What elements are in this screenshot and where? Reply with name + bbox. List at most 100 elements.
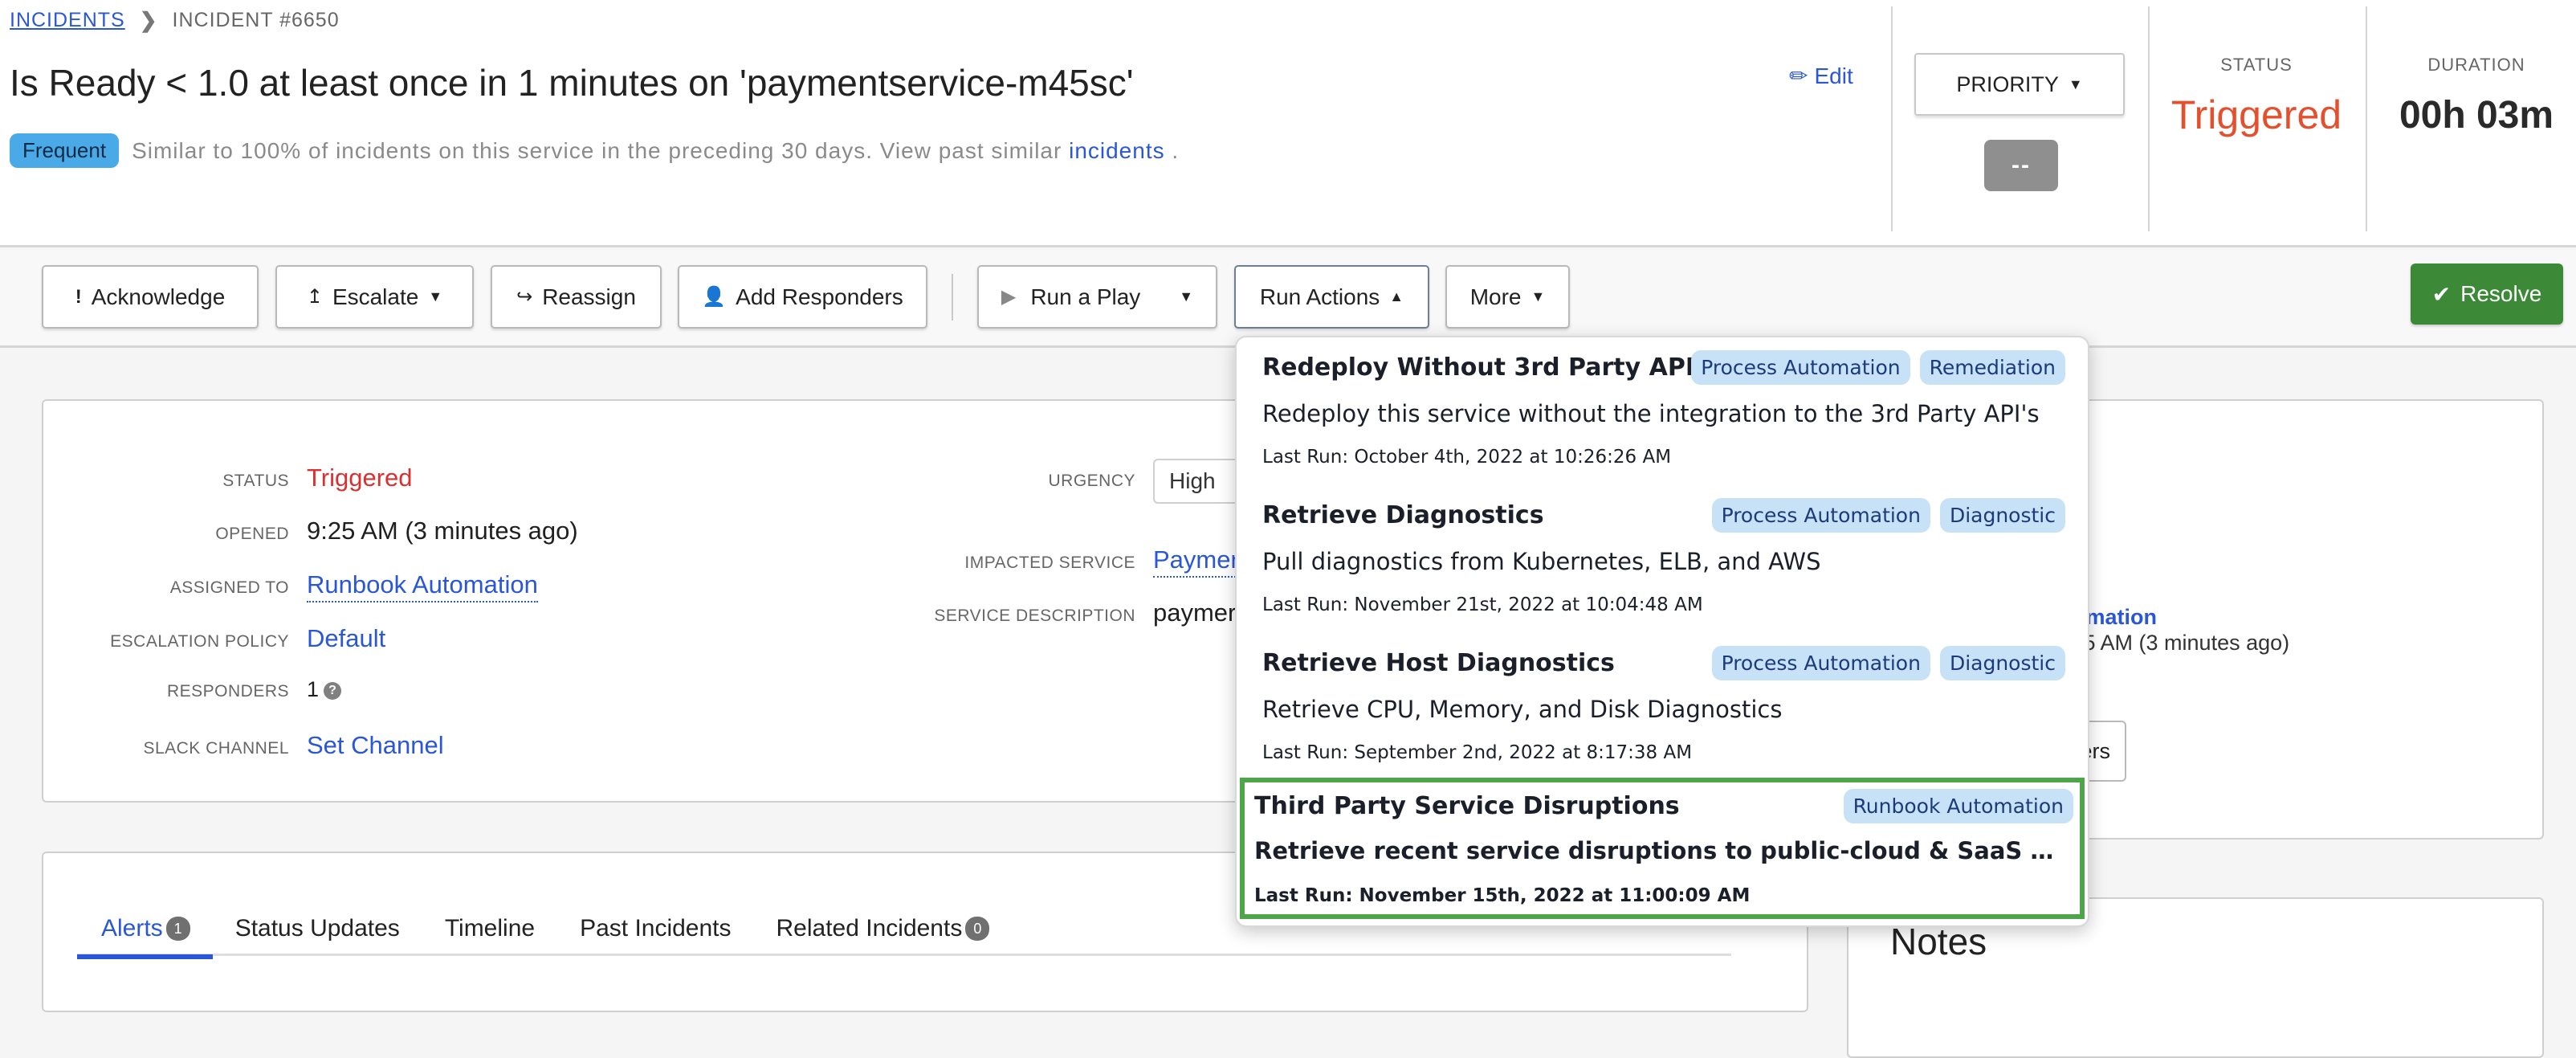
caret-up-icon: ▲ xyxy=(1389,288,1404,304)
service-description-value: paymer xyxy=(1153,598,1237,627)
pencil-icon: ✏ xyxy=(1789,63,1808,88)
detail-label: STATUS xyxy=(222,472,289,490)
action-tags: Process Automation Diagnostic xyxy=(1711,498,2065,533)
exclamation-icon: ! xyxy=(75,285,82,308)
run-a-play-label: Run a Play xyxy=(1030,284,1141,309)
run-actions-button[interactable]: Run Actions ▲ xyxy=(1234,265,1429,329)
acknowledge-label: Acknowledge xyxy=(91,284,226,309)
tab-count-badge: 1 xyxy=(165,917,190,941)
tab-alerts[interactable]: Alerts 1 xyxy=(77,901,213,959)
escalation-policy-link[interactable]: Default xyxy=(307,624,385,653)
priority-dropdown-button[interactable]: PRIORITY ▼ xyxy=(1914,53,2125,116)
header-divider xyxy=(2366,6,2367,231)
chevron-right-icon: ❯ xyxy=(139,8,158,32)
action-tag: Process Automation xyxy=(1711,646,1930,680)
action-item-redeploy-without-3rd-party-api[interactable]: Redeploy Without 3rd Party API Process A… xyxy=(1248,339,2077,480)
reassign-label: Reassign xyxy=(542,284,636,309)
action-tag: Diagnostic xyxy=(1939,498,2065,533)
set-channel-link[interactable]: Set Channel xyxy=(307,731,444,760)
action-title: Retrieve Host Diagnostics xyxy=(1262,649,1615,677)
detail-label: ASSIGNED TO xyxy=(169,578,289,597)
caret-down-icon: ▼ xyxy=(428,288,443,304)
detail-row-responders: RESPONDERS 1? xyxy=(43,677,342,702)
caret-down-icon: ▼ xyxy=(1531,288,1546,304)
action-description: Retrieve recent service disruptions to p… xyxy=(1254,837,2057,864)
caret-down-icon: ▼ xyxy=(1179,288,1194,304)
add-responders-button[interactable]: 👤 Add Responders xyxy=(678,265,927,329)
detail-row-impacted-service: IMPACTED SERVICE Paymer xyxy=(846,545,1239,578)
action-tags: Process Automation Diagnostic xyxy=(1711,646,2065,680)
detail-label: RESPONDERS xyxy=(166,682,289,701)
incident-toolbar: ! Acknowledge ↥ Escalate ▼ ↪ Reassign 👤 … xyxy=(0,250,2576,348)
action-tags: Runbook Automation xyxy=(1843,789,2073,823)
assigned-to-link[interactable]: Runbook Automation xyxy=(307,570,538,603)
action-item-retrieve-diagnostics[interactable]: Retrieve Diagnostics Process Automation … xyxy=(1248,487,2077,628)
action-description: Redeploy this service without the integr… xyxy=(1262,400,2040,427)
priority-value-badge: -- xyxy=(1984,140,2058,191)
detail-row-escalation: ESCALATION POLICY Default xyxy=(43,624,385,653)
edit-title-button[interactable]: ✏ Edit xyxy=(1789,63,1853,89)
action-item-retrieve-host-diagnostics[interactable]: Retrieve Host Diagnostics Process Automa… xyxy=(1248,635,2077,776)
run-a-play-button[interactable]: ▶ Run a Play ▼ xyxy=(977,265,1217,329)
tab-timeline[interactable]: Timeline xyxy=(422,901,557,956)
action-title: Retrieve Diagnostics xyxy=(1262,501,1544,529)
reassign-button[interactable]: ↪ Reassign xyxy=(491,265,662,329)
play-icon: ▶ xyxy=(1001,286,1017,308)
more-label: More xyxy=(1469,284,1522,309)
detail-opened-value: 9:25 AM (3 minutes ago) xyxy=(307,517,578,545)
action-last-run: Last Run: October 4th, 2022 at 10:26:26 … xyxy=(1262,447,1672,468)
duration-stat-value: 00h 03m xyxy=(2399,94,2554,137)
duration-stat: DURATION 00h 03m xyxy=(2377,55,2576,137)
detail-label: OPENED xyxy=(215,525,289,543)
tab-label: Past Incidents xyxy=(580,915,732,942)
tab-count-badge: 0 xyxy=(965,917,990,941)
resolve-button[interactable]: ✔ Resolve xyxy=(2411,263,2563,325)
action-last-run: Last Run: November 15th, 2022 at 11:00:0… xyxy=(1254,885,1751,906)
status-stat-value: Triggered xyxy=(2170,92,2342,137)
detail-label: IMPACTED SERVICE xyxy=(964,554,1135,572)
detail-row-service-description: SERVICE DESCRIPTION paymer xyxy=(846,598,1236,627)
detail-row-assigned: ASSIGNED TO Runbook Automation xyxy=(43,570,538,603)
tab-past-incidents[interactable]: Past Incidents xyxy=(557,901,753,956)
tab-label: Related Incidents xyxy=(776,915,963,942)
action-tag: Runbook Automation xyxy=(1843,789,2073,823)
run-actions-dropdown: Redeploy Without 3rd Party API Process A… xyxy=(1235,336,2089,927)
escalate-button[interactable]: ↥ Escalate ▼ xyxy=(275,265,474,329)
detail-label: ESCALATION POLICY xyxy=(110,632,289,651)
toolbar-divider xyxy=(952,274,953,321)
responders-value: 1? xyxy=(307,677,342,702)
action-tag: Process Automation xyxy=(1711,498,1930,533)
past-incidents-link[interactable]: incidents xyxy=(1069,138,1165,163)
more-button[interactable]: More ▼ xyxy=(1445,265,1570,329)
action-item-third-party-service-disruptions[interactable]: Third Party Service Disruptions Runbook … xyxy=(1240,778,2085,919)
tab-label: Alerts xyxy=(101,915,163,942)
breadcrumb-incidents-link[interactable]: INCIDENTS xyxy=(10,9,125,32)
frequency-description: Similar to 100% of incidents on this ser… xyxy=(132,137,1062,163)
header-divider xyxy=(2148,6,2150,231)
frequency-badge: Frequent xyxy=(10,133,120,168)
responder-time: :25 AM (3 minutes ago) xyxy=(2065,631,2290,655)
action-description: Retrieve CPU, Memory, and Disk Diagnosti… xyxy=(1262,696,1783,723)
action-tag: Remediation xyxy=(1919,350,2065,385)
escalate-arrow-icon: ↥ xyxy=(306,286,323,308)
frequency-suffix: . xyxy=(1164,137,1180,163)
tab-status-updates[interactable]: Status Updates xyxy=(213,901,422,956)
detail-status-value: Triggered xyxy=(307,464,413,492)
impacted-service-link[interactable]: Paymer xyxy=(1153,545,1239,578)
run-actions-label: Run Actions xyxy=(1259,284,1380,309)
action-last-run: Last Run: September 2nd, 2022 at 8:17:38… xyxy=(1262,742,1693,763)
checkmark-icon: ✔ xyxy=(2431,281,2452,307)
caret-down-icon: ▼ xyxy=(2068,76,2083,92)
escalate-label: Escalate xyxy=(332,284,419,309)
frequency-row: Frequent Similar to 100% of incidents on… xyxy=(10,133,1179,168)
tab-related-incidents[interactable]: Related Incidents 0 xyxy=(754,901,1013,956)
add-responders-label: Add Responders xyxy=(736,284,903,309)
question-circle-icon[interactable]: ? xyxy=(324,681,342,700)
status-stat: STATUS Triggered xyxy=(2160,55,2353,138)
detail-row-opened: OPENED 9:25 AM (3 minutes ago) xyxy=(43,517,578,545)
acknowledge-button[interactable]: ! Acknowledge xyxy=(42,265,259,329)
responders-count: 1 xyxy=(307,677,320,701)
detail-label: SERVICE DESCRIPTION xyxy=(934,607,1135,625)
header-divider xyxy=(1891,6,1893,231)
action-tag: Diagnostic xyxy=(1939,646,2065,680)
